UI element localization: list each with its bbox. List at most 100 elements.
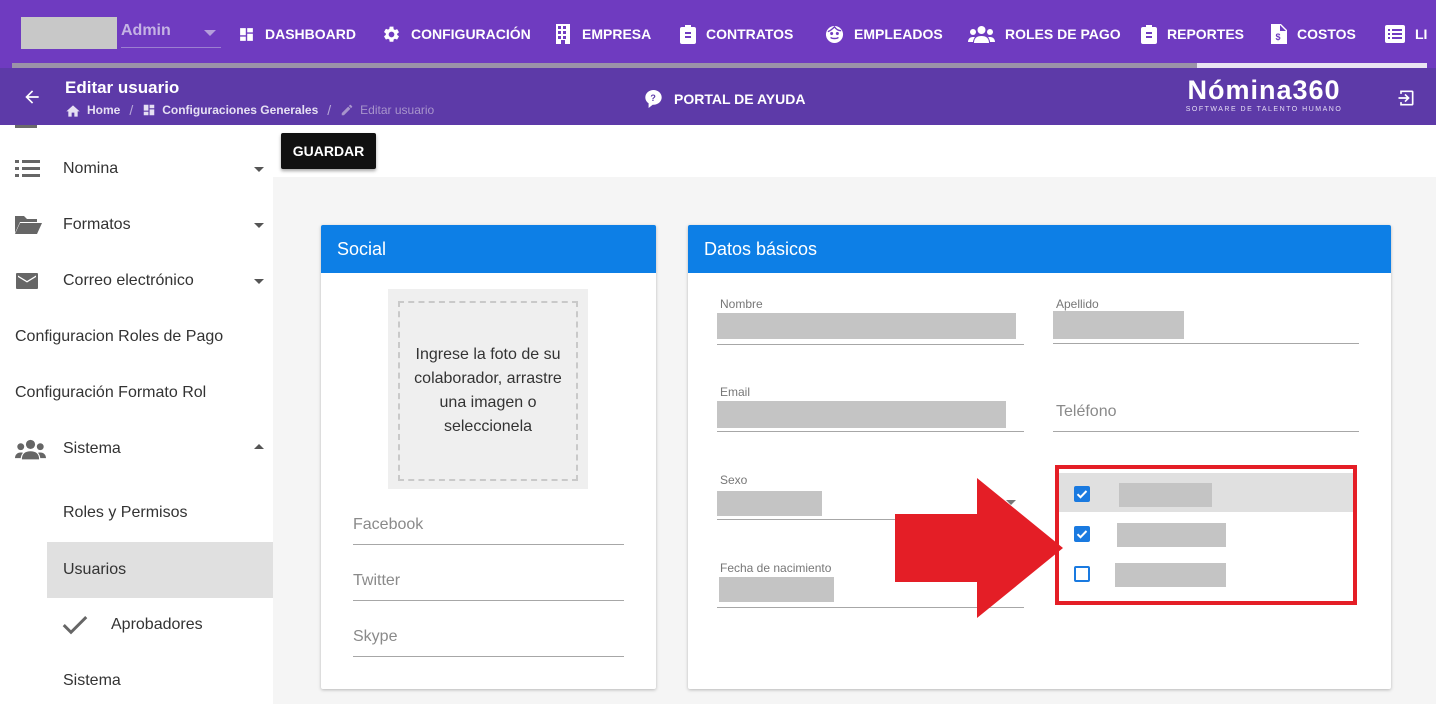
- sidebar-item-nomina[interactable]: Nomina: [0, 141, 273, 197]
- sidebar-item-label: Aprobadores: [111, 616, 203, 633]
- sidebar-item-correo[interactable]: Correo electrónico: [0, 253, 273, 309]
- nav-label: REPORTES: [1167, 26, 1245, 42]
- logout-icon[interactable]: [1396, 88, 1416, 108]
- nombre-field[interactable]: Nombre: [717, 297, 1024, 347]
- nav-configuracion[interactable]: CONFIGURACIÓN: [382, 23, 531, 45]
- facebook-placeholder: Facebook: [353, 516, 424, 533]
- sidebar-item-usuarios[interactable]: Usuarios: [47, 542, 273, 598]
- sidebar-item-label: Configuracion Roles de Pago: [15, 328, 224, 345]
- nav-costos[interactable]: $ COSTOS: [1271, 23, 1356, 45]
- help-label: PORTAL DE AYUDA: [674, 91, 806, 107]
- email-field[interactable]: Email: [717, 385, 1024, 435]
- telefono-placeholder: Teléfono: [1056, 403, 1117, 420]
- user-avatar-redacted[interactable]: [21, 17, 117, 49]
- page-header: Editar usuario Home / Configuraciones Ge…: [0, 68, 1436, 125]
- dropzone-text: Ingrese la foto de su colaborador, arras…: [398, 301, 578, 481]
- breadcrumb-current: Editar usuario: [340, 103, 434, 117]
- nav-label: ROLES DE PAGO: [1005, 26, 1121, 42]
- breadcrumb-home[interactable]: Home: [65, 103, 120, 117]
- nav-empleados[interactable]: EMPLEADOS: [825, 23, 943, 45]
- clipboard-icon: [680, 24, 696, 44]
- logo-subtitle: SOFTWARE DE TALENTO HUMANO: [1185, 106, 1343, 113]
- nav-dashboard[interactable]: DASHBOARD: [238, 23, 356, 45]
- twitter-field[interactable]: Twitter: [353, 571, 624, 601]
- sidebar-item-configuracion-roles[interactable]: Configuracion Roles de Pago: [0, 309, 273, 365]
- social-card: Social Ingrese la foto de su colaborador…: [321, 225, 656, 689]
- nombre-label: Nombre: [720, 297, 763, 311]
- sidebar-item-label: Correo electrónico: [63, 272, 194, 289]
- nav-label: CONFIGURACIÓN: [411, 26, 531, 42]
- facebook-field[interactable]: Facebook: [353, 515, 624, 545]
- apellido-field[interactable]: Apellido: [1053, 297, 1359, 347]
- photo-dropzone[interactable]: Ingrese la foto de su colaborador, arras…: [388, 289, 588, 489]
- social-card-title: Social: [321, 225, 656, 273]
- nav-label: CONTRATOS: [706, 26, 794, 42]
- dashboard-icon: [240, 27, 253, 41]
- telefono-field[interactable]: Teléfono: [1053, 403, 1359, 433]
- field-underline: [1053, 431, 1359, 432]
- sexo-label: Sexo: [720, 473, 748, 487]
- user-name[interactable]: Admin: [121, 22, 171, 40]
- sidebar-item-label: Nomina: [63, 160, 119, 177]
- chevron-down-icon: [254, 223, 264, 228]
- field-underline: [1053, 343, 1359, 344]
- sidebar-item-sistema[interactable]: Sistema: [0, 421, 273, 477]
- building-icon: [556, 24, 570, 44]
- nav-label: EMPLEADOS: [854, 26, 943, 42]
- nombre-value-redacted: [717, 313, 1016, 339]
- sidebar-item-configuracion-formato[interactable]: Configuración Formato Rol: [0, 365, 273, 421]
- brand-logo: Nómina360 SOFTWARE DE TALENTO HUMANO: [1174, 74, 1354, 113]
- email-value-redacted: [717, 401, 1006, 428]
- apellido-value-redacted: [1053, 311, 1184, 339]
- breadcrumb-label: Home: [87, 103, 121, 117]
- skype-placeholder: Skype: [353, 628, 398, 645]
- gear-icon: [384, 26, 399, 42]
- nav-reportes[interactable]: REPORTES: [1141, 23, 1244, 45]
- top-navigation: Admin DASHBOARD CONFIGURACIÓN EMPRESA CO…: [0, 0, 1436, 68]
- user-select-underline: [121, 47, 221, 48]
- home-icon: [66, 105, 80, 117]
- action-bar: [273, 125, 1436, 177]
- nav-empresa[interactable]: EMPRESA: [554, 23, 651, 45]
- nav-label: EMPRESA: [582, 26, 652, 42]
- breadcrumb-label: Configuraciones Generales: [162, 103, 319, 117]
- breadcrumb: Home / Configuraciones Generales / Edita…: [65, 102, 434, 118]
- sidebar-item-sistema-2[interactable]: Sistema: [0, 653, 273, 704]
- people-icon: [15, 439, 46, 460]
- email-label: Email: [720, 385, 751, 399]
- twitter-placeholder: Twitter: [353, 572, 401, 589]
- check-icon: [62, 616, 88, 635]
- sidebar-item-label: Formatos: [63, 216, 131, 233]
- back-arrow-icon[interactable]: [22, 87, 42, 107]
- page-title: Editar usuario: [65, 78, 180, 97]
- nav-li[interactable]: LI: [1385, 23, 1427, 45]
- sidebar-item-formatos[interactable]: Formatos: [0, 197, 273, 253]
- basic-card-title: Datos básicos: [688, 225, 1391, 273]
- list-icon: [15, 160, 40, 177]
- mail-icon: [16, 273, 38, 289]
- chevron-up-icon: [254, 444, 264, 449]
- sidebar-item-label: Configuración Formato Rol: [15, 384, 207, 401]
- sidebar-item-aprobadores[interactable]: Aprobadores: [0, 597, 273, 653]
- nav-label: DASHBOARD: [265, 26, 356, 42]
- people-icon: [968, 26, 995, 43]
- chevron-down-icon[interactable]: [204, 30, 216, 36]
- sidebar-item-roles-permisos[interactable]: Roles y Permisos: [0, 485, 273, 541]
- save-button[interactable]: GUARDAR: [281, 133, 376, 169]
- sexo-value-redacted: [717, 491, 822, 516]
- dashboard-icon: [143, 104, 155, 116]
- nav-roles-de-pago[interactable]: ROLES DE PAGO: [968, 23, 1121, 45]
- pencil-icon: [341, 104, 353, 116]
- nav-contratos[interactable]: CONTRATOS: [680, 23, 793, 45]
- sidebar-scrolled-item: [15, 125, 37, 128]
- help-portal-link[interactable]: ? PORTAL DE AYUDA: [645, 90, 805, 108]
- fecha-value-redacted: [719, 577, 834, 602]
- breadcrumb-config[interactable]: Configuraciones Generales: [142, 103, 318, 117]
- skype-field[interactable]: Skype: [353, 627, 624, 657]
- help-bubble-icon: ?: [645, 90, 662, 108]
- sidebar-item-label: Sistema: [63, 440, 121, 457]
- svg-text:$: $: [1276, 32, 1281, 42]
- nav-label: LI: [1415, 26, 1428, 42]
- field-underline: [353, 600, 624, 601]
- fecha-label: Fecha de nacimiento: [720, 561, 832, 575]
